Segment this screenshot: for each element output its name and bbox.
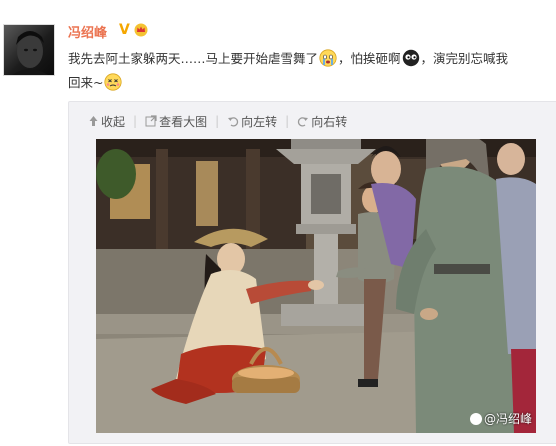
view-large-button[interactable]: 查看大图: [145, 113, 207, 130]
collapse-button[interactable]: 收起: [88, 113, 125, 130]
rotate-right-button[interactable]: 向右转: [297, 113, 347, 130]
username[interactable]: 冯绍峰: [68, 22, 107, 41]
post-photo[interactable]: @ 冯绍峰: [96, 139, 536, 433]
photo-scene: [96, 139, 536, 433]
post-text-line2: 回来~: [68, 75, 104, 90]
rotate-left-button[interactable]: 向左转: [227, 113, 277, 130]
watermark-text: 冯绍峰: [495, 412, 532, 426]
toolbar-divider: |: [133, 114, 138, 128]
post-text-part1: 我先去阿土家躲两天……马上要开始虐雪舞了: [68, 51, 319, 66]
toolbar-divider: |: [285, 114, 290, 128]
toolbar-divider: |: [215, 114, 220, 128]
post-text-part2: ，怕挨砸啊: [338, 51, 401, 66]
post-text-part3: ，演完别忘喊我: [420, 51, 509, 66]
black-face-icon: [402, 49, 419, 67]
photo-watermark: @ 冯绍峰: [469, 410, 532, 427]
enlarge-icon: [145, 115, 157, 127]
weibo-icon: [469, 412, 482, 425]
post-text: 我先去阿土家躲两天……马上要开始虐雪舞了 ，怕挨砸啊 ，演完别忘喊我 回来~: [68, 47, 556, 95]
dizzy-face-icon: [104, 73, 123, 91]
verified-badge[interactable]: V: [119, 23, 133, 37]
view-large-label: 查看大图: [159, 114, 208, 129]
crown-icon[interactable]: [134, 23, 148, 37]
image-toolbar: 收起 | 查看大图 | 向左转 | 向右转: [88, 112, 347, 130]
crying-face-icon: [319, 49, 337, 67]
rotate-right-label: 向右转: [311, 114, 348, 129]
rotate-left-icon: [228, 117, 239, 127]
avatar[interactable]: [3, 24, 55, 76]
rotate-right-icon: [298, 117, 309, 127]
arrow-up-icon: [89, 116, 98, 126]
collapse-label: 收起: [101, 114, 126, 129]
rotate-left-label: 向左转: [241, 114, 278, 129]
